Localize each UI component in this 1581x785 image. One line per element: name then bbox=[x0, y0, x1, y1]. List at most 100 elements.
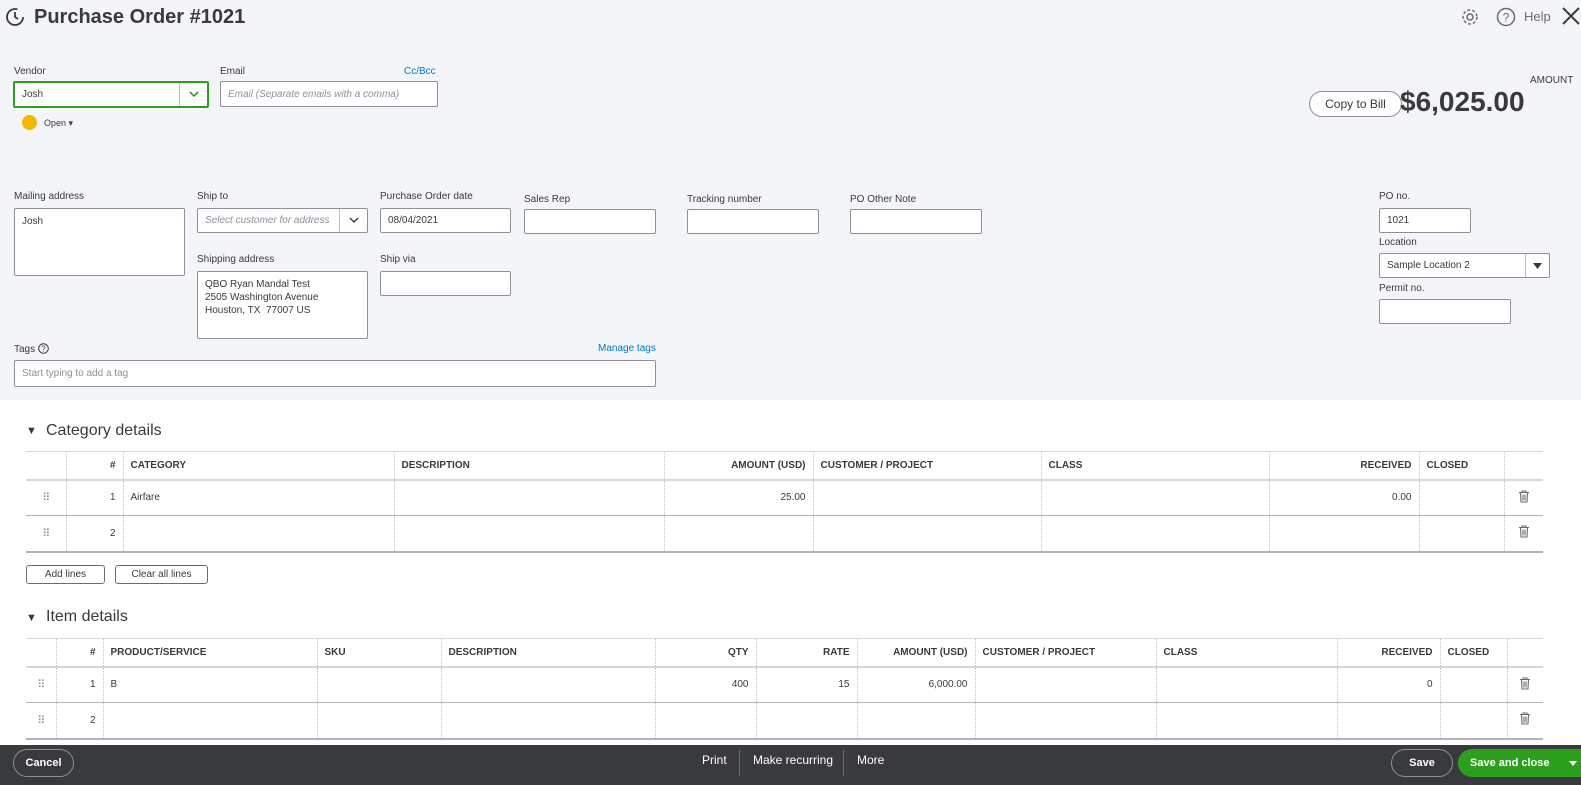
location-label: Location bbox=[1379, 237, 1417, 248]
item-table: # PRODUCT/SERVICE SKU DESCRIPTION QTY RA… bbox=[26, 638, 1543, 740]
closed-cell[interactable] bbox=[1440, 702, 1508, 740]
column-header: CLASS bbox=[1156, 638, 1338, 668]
customer-cell[interactable] bbox=[975, 702, 1157, 740]
amount-cell[interactable] bbox=[664, 515, 814, 553]
gear-icon[interactable] bbox=[1461, 8, 1479, 26]
description-cell[interactable] bbox=[441, 702, 656, 740]
cancel-button[interactable]: Cancel bbox=[13, 749, 74, 777]
column-header: DESCRIPTION bbox=[441, 638, 656, 668]
tags-label: Tags ? bbox=[14, 343, 49, 355]
trash-icon[interactable] bbox=[1507, 702, 1543, 740]
drag-handle-icon[interactable]: ⠿ bbox=[26, 702, 57, 740]
add-lines-button[interactable]: Add lines bbox=[26, 565, 105, 584]
save-and-close-button[interactable]: Save and close bbox=[1458, 749, 1581, 777]
trash-icon[interactable] bbox=[1504, 479, 1543, 516]
po-date-label: Purchase Order date bbox=[380, 191, 473, 202]
trash-icon[interactable] bbox=[1507, 666, 1543, 703]
customer-cell[interactable] bbox=[975, 666, 1157, 703]
table-row[interactable]: ⠿ 2 bbox=[26, 702, 1543, 740]
mailing-address-field[interactable]: Josh bbox=[14, 208, 185, 276]
category-cell[interactable]: Airfare bbox=[123, 479, 395, 516]
table-row[interactable]: ⠿ 1 Airfare 25.00 0.00 bbox=[26, 479, 1543, 516]
vendor-select[interactable]: Josh bbox=[13, 81, 209, 108]
tags-label-text: Tags bbox=[14, 344, 36, 355]
ship-to-label: Ship to bbox=[197, 191, 229, 202]
closed-cell[interactable] bbox=[1419, 479, 1505, 516]
po-other-note-field[interactable] bbox=[850, 209, 982, 234]
mailing-address-label: Mailing address bbox=[14, 191, 85, 202]
copy-to-bill-button[interactable]: Copy to Bill bbox=[1309, 91, 1402, 117]
rate-cell[interactable] bbox=[756, 702, 858, 740]
save-button[interactable]: Save bbox=[1391, 749, 1453, 777]
clear-all-lines-button[interactable]: Clear all lines bbox=[115, 565, 208, 584]
column-header: AMOUNT (USD) bbox=[857, 638, 976, 668]
recent-transactions-icon[interactable] bbox=[4, 6, 26, 28]
table-row[interactable]: ⠿ 1 B 400 15 6,000.00 0 bbox=[26, 666, 1543, 703]
po-number-field[interactable]: 1021 bbox=[1379, 208, 1471, 233]
product-cell[interactable]: B bbox=[103, 666, 318, 703]
received-cell bbox=[1269, 515, 1420, 553]
make-recurring-button[interactable]: Make recurring bbox=[753, 753, 833, 767]
po-number-value: 1021 bbox=[1387, 215, 1410, 226]
delete-column-header bbox=[1507, 638, 1543, 668]
description-cell[interactable] bbox=[441, 666, 656, 703]
close-icon[interactable] bbox=[1560, 5, 1581, 27]
item-details-title: Item details bbox=[46, 608, 128, 625]
tags-input[interactable]: Start typing to add a tag bbox=[14, 360, 656, 387]
caret-down-icon[interactable] bbox=[1569, 757, 1577, 769]
help-icon[interactable]: ? bbox=[1496, 7, 1516, 27]
amount-cell[interactable]: 6,000.00 bbox=[857, 666, 976, 703]
class-cell[interactable] bbox=[1156, 702, 1338, 740]
status-dropdown[interactable]: Open ▾ bbox=[44, 118, 73, 129]
product-cell[interactable] bbox=[103, 702, 318, 740]
chevron-down-icon[interactable] bbox=[339, 209, 367, 232]
category-cell[interactable] bbox=[123, 515, 395, 553]
table-header-row: # CATEGORY DESCRIPTION AMOUNT (USD) CUST… bbox=[26, 451, 1543, 481]
customer-cell[interactable] bbox=[813, 479, 1042, 516]
sales-rep-field[interactable] bbox=[524, 209, 656, 234]
drag-handle-icon[interactable]: ⠿ bbox=[26, 479, 67, 516]
class-cell[interactable] bbox=[1041, 515, 1270, 553]
info-icon[interactable]: ? bbox=[38, 343, 49, 354]
class-cell[interactable] bbox=[1156, 666, 1338, 703]
total-amount: $6,025.00 bbox=[1400, 86, 1525, 117]
category-collapse-icon[interactable]: ▼ bbox=[26, 425, 37, 437]
customer-cell[interactable] bbox=[813, 515, 1042, 553]
description-cell[interactable] bbox=[394, 479, 665, 516]
drag-handle-icon[interactable]: ⠿ bbox=[26, 515, 67, 553]
closed-cell[interactable] bbox=[1440, 666, 1508, 703]
permit-number-field[interactable] bbox=[1379, 299, 1511, 324]
ship-to-placeholder: Select customer for address bbox=[205, 215, 330, 226]
amount-cell[interactable] bbox=[857, 702, 976, 740]
print-button[interactable]: Print bbox=[702, 753, 727, 767]
more-button[interactable]: More bbox=[857, 753, 884, 767]
qty-cell[interactable] bbox=[655, 702, 757, 740]
delete-column-header bbox=[1504, 451, 1543, 481]
manage-tags-link[interactable]: Manage tags bbox=[598, 343, 656, 354]
chevron-down-icon[interactable] bbox=[179, 83, 207, 106]
cc-bcc-link[interactable]: Cc/Bcc bbox=[404, 66, 436, 77]
drag-handle-icon[interactable]: ⠿ bbox=[26, 666, 57, 703]
po-other-note-label: PO Other Note bbox=[850, 194, 917, 205]
item-collapse-icon[interactable]: ▼ bbox=[26, 612, 37, 624]
class-cell[interactable] bbox=[1041, 479, 1270, 516]
po-date-field[interactable]: 08/04/2021 bbox=[380, 208, 511, 233]
ship-to-select[interactable]: Select customer for address bbox=[197, 208, 368, 233]
trash-icon[interactable] bbox=[1504, 515, 1543, 553]
ship-via-field[interactable] bbox=[380, 271, 511, 296]
caret-down-icon[interactable] bbox=[1525, 254, 1549, 277]
amount-cell[interactable]: 25.00 bbox=[664, 479, 814, 516]
ship-via-label: Ship via bbox=[380, 254, 416, 265]
category-table: # CATEGORY DESCRIPTION AMOUNT (USD) CUST… bbox=[26, 451, 1543, 553]
shipping-address-field[interactable]: QBO Ryan Mandal Test 2505 Washington Ave… bbox=[197, 271, 368, 339]
tracking-number-field[interactable] bbox=[687, 209, 819, 234]
rate-cell[interactable]: 15 bbox=[756, 666, 858, 703]
location-select[interactable]: Sample Location 2 bbox=[1379, 253, 1550, 278]
po-number-label: PO no. bbox=[1379, 191, 1411, 202]
qty-cell[interactable]: 400 bbox=[655, 666, 757, 703]
closed-cell[interactable] bbox=[1419, 515, 1505, 553]
email-field[interactable]: Email (Separate emails with a comma) bbox=[220, 81, 438, 107]
description-cell[interactable] bbox=[394, 515, 665, 553]
help-link[interactable]: Help bbox=[1524, 9, 1551, 24]
table-row[interactable]: ⠿ 2 bbox=[26, 515, 1543, 553]
